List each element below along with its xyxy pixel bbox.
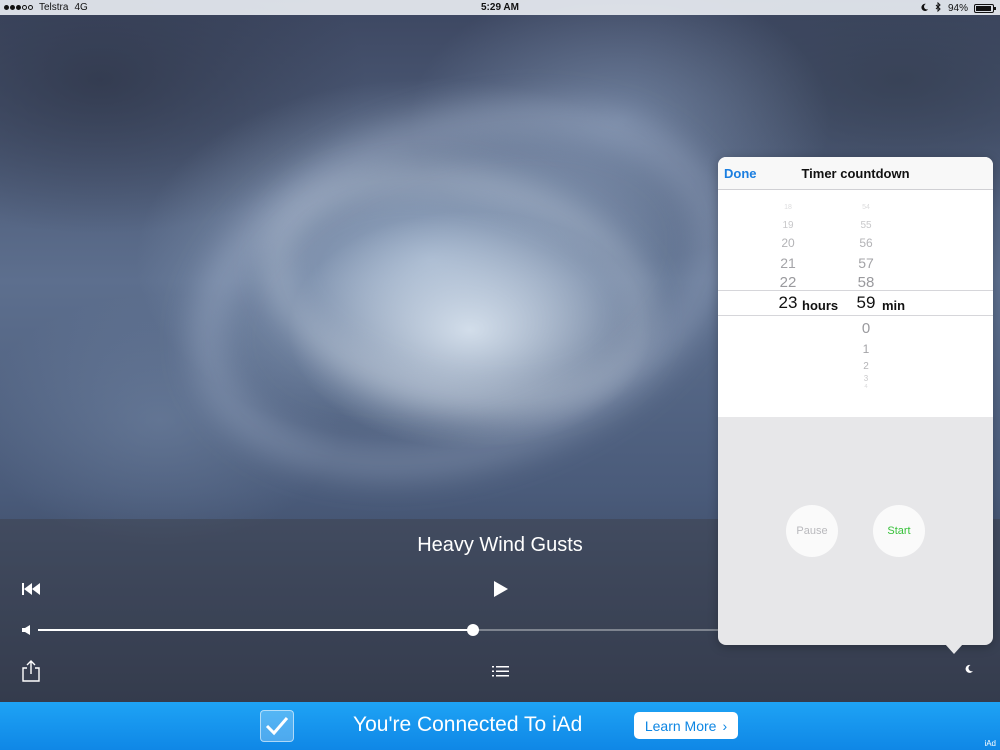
do-not-disturb-icon: [920, 3, 929, 15]
list-icon: [491, 665, 509, 676]
minutes-option[interactable]: 58: [836, 274, 896, 291]
battery-percent: 94%: [947, 3, 968, 14]
popover-arrow: [945, 644, 963, 654]
duration-picker[interactable]: 23 18 19 20 21 22 hours 59 54 55 56 57 58 0 1 2 3 4 m…: [718, 190, 993, 417]
minutes-option[interactable]: 0: [836, 320, 896, 337]
status-bar: Telstra 4G 5:29 AM 94%: [0, 0, 1000, 15]
battery-icon: [974, 4, 996, 13]
volume-slider[interactable]: [38, 624, 718, 636]
minutes-option[interactable]: 4: [836, 384, 896, 390]
pause-button[interactable]: Pause: [786, 505, 838, 557]
timer-popover: Done Timer countdown 2 3 18 19 20 21 22 hours…: [718, 157, 993, 645]
hours-unit-label: hours: [802, 298, 839, 313]
iad-label: iAd: [984, 739, 996, 748]
minutes-unit-label: min: [882, 298, 906, 313]
minutes-option[interactable]: 56: [836, 236, 896, 250]
minutes-option[interactable]: 55: [836, 220, 896, 231]
playlist-button[interactable]: [490, 663, 510, 679]
popover-header: Done Timer countdown: [718, 157, 993, 190]
hours-option[interactable]: 18: [758, 204, 818, 211]
bluetooth-icon: [935, 1, 942, 15]
rewind-button[interactable]: [18, 579, 44, 599]
sleep-timer-button[interactable]: [962, 662, 976, 676]
ad-message: You're Connected To iAd: [353, 713, 583, 736]
checkmark-icon: [260, 710, 294, 742]
play-button[interactable]: [488, 577, 512, 601]
popover-title: Timer countdown: [801, 166, 910, 181]
minutes-option[interactable]: 3: [836, 374, 896, 383]
moon-icon: [965, 664, 973, 673]
learn-more-label: Learn More: [644, 717, 717, 734]
volume-icon: [18, 622, 34, 638]
chevron-right-icon: ›: [722, 717, 728, 734]
iad-banner[interactable]: You're Connected To iAd: [0, 702, 1000, 750]
status-right: 94%: [920, 1, 996, 15]
start-button[interactable]: Start: [873, 505, 925, 557]
share-button[interactable]: [20, 659, 42, 683]
status-time: 5:29 AM: [481, 2, 519, 13]
minutes-option[interactable]: 57: [836, 255, 896, 271]
hours-option[interactable]: 21: [758, 255, 818, 271]
hours-option[interactable]: 20: [758, 236, 818, 250]
hours-option[interactable]: 19: [758, 220, 818, 231]
share-icon: [22, 660, 40, 682]
minutes-option[interactable]: 2: [836, 361, 896, 372]
rewind-icon: [22, 583, 40, 595]
speaker-icon: [21, 625, 30, 635]
minutes-option[interactable]: 54: [836, 204, 896, 211]
hours-option[interactable]: 22: [758, 274, 818, 291]
minutes-option[interactable]: 1: [836, 342, 896, 356]
learn-more-button[interactable]: Learn More ›: [634, 712, 738, 739]
play-icon: [494, 581, 508, 597]
volume-slider-fill: [38, 629, 474, 631]
